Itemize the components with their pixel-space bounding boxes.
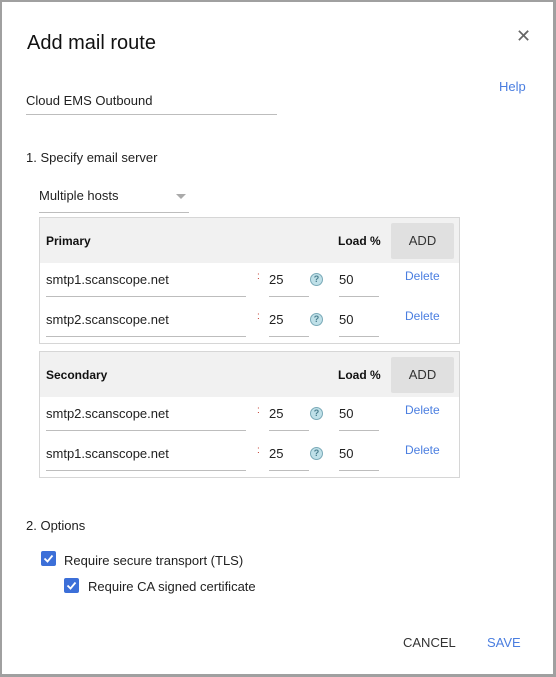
host-input[interactable]: smtp2.scanscope.net: [46, 311, 246, 337]
load-input[interactable]: 50: [339, 271, 379, 297]
delete-link[interactable]: Delete: [405, 269, 440, 283]
dialog-title: Add mail route: [27, 32, 156, 54]
host-mode-value: Multiple hosts: [39, 188, 119, 203]
port-input[interactable]: 25: [269, 405, 309, 431]
port-separator: :: [257, 445, 260, 456]
host-mode-select[interactable]: Multiple hosts: [39, 188, 189, 213]
host-input[interactable]: smtp2.scanscope.net: [46, 405, 246, 431]
route-name-input[interactable]: Cloud EMS Outbound: [26, 93, 277, 115]
load-input[interactable]: 50: [339, 405, 379, 431]
cancel-button[interactable]: CANCEL: [403, 635, 456, 650]
port-separator: :: [257, 271, 260, 282]
dropdown-arrow-icon: [176, 194, 186, 199]
section-specify-server: 1. Specify email server: [26, 150, 158, 165]
load-label: Load %: [338, 234, 381, 248]
ca-cert-label: Require CA signed certificate: [88, 579, 256, 594]
secondary-header: Secondary Load % ADD: [40, 352, 459, 397]
load-label: Load %: [338, 368, 381, 382]
host-row: smtp1.scanscope.net : 25 ? 50 Delete: [40, 437, 459, 477]
add-mail-route-dialog: Add mail route ✕ Help Cloud EMS Outbound…: [0, 0, 556, 677]
port-separator: :: [257, 311, 260, 322]
secondary-hosts-table: Secondary Load % ADD smtp2.scanscope.net…: [39, 351, 460, 478]
primary-header: Primary Load % ADD: [40, 218, 459, 263]
delete-link[interactable]: Delete: [405, 443, 440, 457]
port-input[interactable]: 25: [269, 445, 309, 471]
delete-link[interactable]: Delete: [405, 403, 440, 417]
tls-label: Require secure transport (TLS): [64, 553, 244, 568]
check-icon: [66, 581, 77, 590]
help-link[interactable]: Help: [499, 79, 526, 94]
section-options: 2. Options: [26, 518, 86, 533]
help-icon[interactable]: ?: [310, 407, 323, 420]
add-primary-button[interactable]: ADD: [391, 223, 454, 259]
load-input[interactable]: 50: [339, 311, 379, 337]
ca-cert-checkbox[interactable]: [64, 578, 79, 593]
port-input[interactable]: 25: [269, 271, 309, 297]
help-icon[interactable]: ?: [310, 447, 323, 460]
add-secondary-button[interactable]: ADD: [391, 357, 454, 393]
delete-link[interactable]: Delete: [405, 309, 440, 323]
primary-label: Primary: [46, 234, 91, 248]
help-icon[interactable]: ?: [310, 273, 323, 286]
port-input[interactable]: 25: [269, 311, 309, 337]
tls-checkbox[interactable]: [41, 551, 56, 566]
primary-hosts-table: Primary Load % ADD smtp1.scanscope.net :…: [39, 217, 460, 344]
load-input[interactable]: 50: [339, 445, 379, 471]
check-icon: [43, 554, 54, 563]
save-button[interactable]: SAVE: [487, 635, 521, 650]
host-input[interactable]: smtp1.scanscope.net: [46, 271, 246, 297]
host-row: smtp2.scanscope.net : 25 ? 50 Delete: [40, 397, 459, 437]
close-icon[interactable]: ✕: [516, 26, 531, 47]
host-row: smtp1.scanscope.net : 25 ? 50 Delete: [40, 263, 459, 303]
help-icon[interactable]: ?: [310, 313, 323, 326]
host-input[interactable]: smtp1.scanscope.net: [46, 445, 246, 471]
port-separator: :: [257, 405, 260, 416]
secondary-label: Secondary: [46, 368, 108, 382]
host-row: smtp2.scanscope.net : 25 ? 50 Delete: [40, 303, 459, 343]
